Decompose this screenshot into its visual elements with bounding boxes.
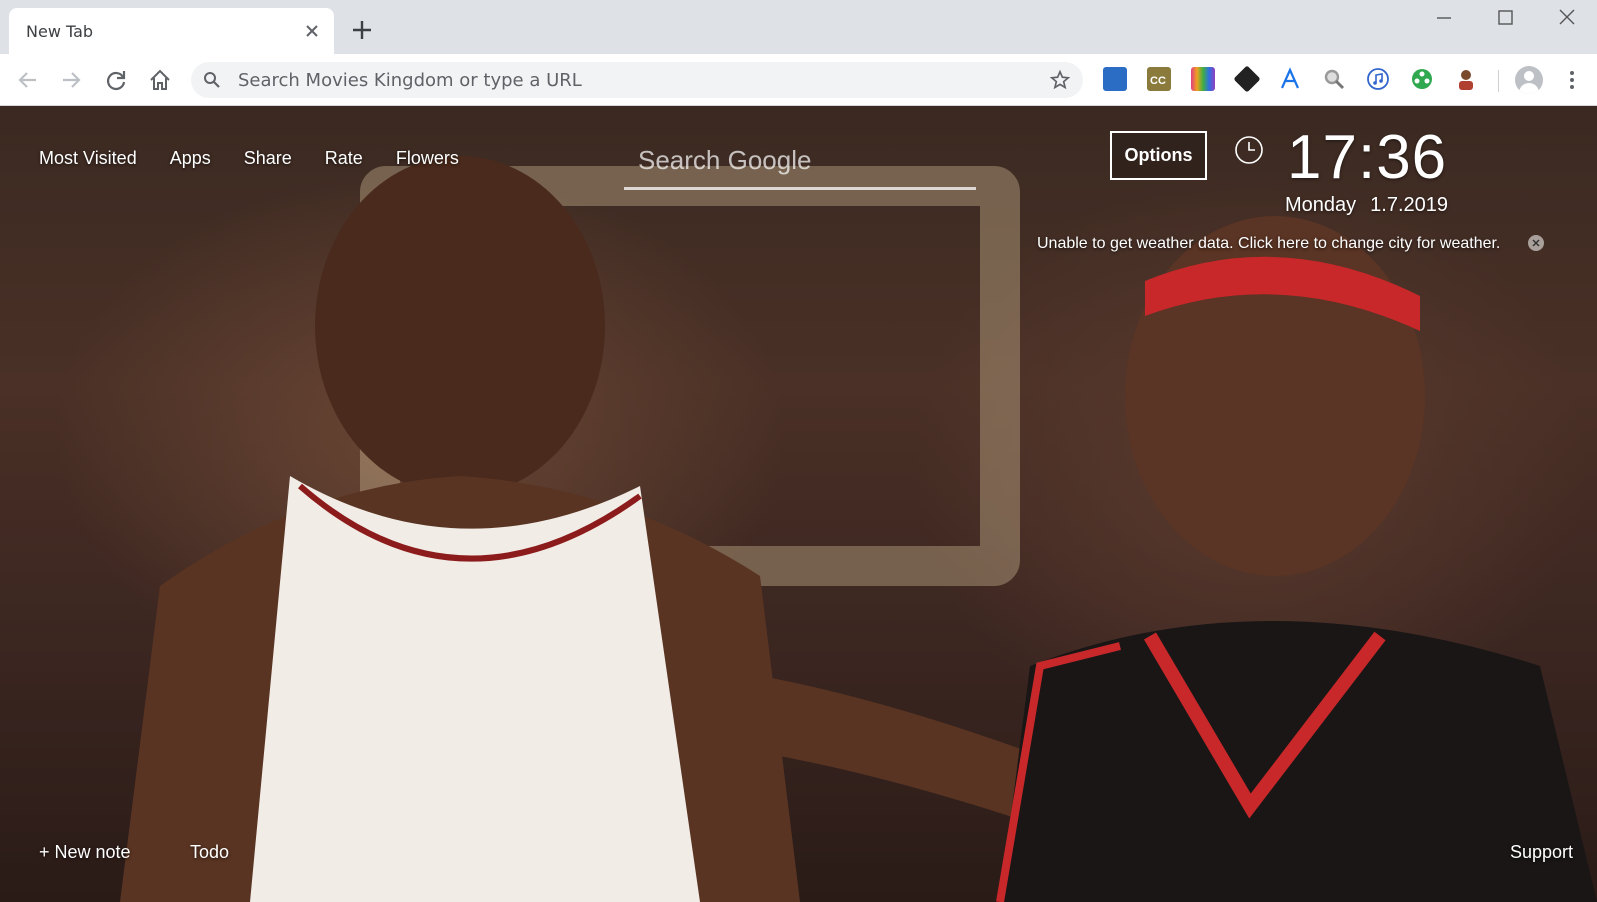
new-tab-page: Most Visited Apps Share Rate Flowers Opt… [0,106,1597,902]
clock-date: Monday 1.7.2019 [1285,194,1462,217]
toolbar-separator [1498,70,1499,92]
more-menu-icon[interactable] [1566,68,1578,92]
magnifier-extension-icon[interactable] [1322,67,1346,91]
weather-message[interactable]: Unable to get weather data. Click here t… [1037,235,1500,253]
back-arrow-icon[interactable] [14,66,42,94]
player-avatar-extension-icon[interactable] [1454,67,1478,91]
minimize-icon[interactable] [1432,8,1456,28]
maximize-icon[interactable] [1493,8,1517,28]
nav-share[interactable]: Share [244,148,292,169]
support-link[interactable]: Support [1510,842,1573,863]
cc-glyph-icon: CC [1150,75,1166,87]
reload-icon[interactable] [102,66,130,94]
browser-toolbar: Search Movies Kingdom or type a URL CC [0,54,1597,106]
black-cube-extension-icon[interactable] [1233,65,1261,93]
tab-title: New Tab [26,22,94,41]
music-note-extension-icon[interactable] [1366,67,1390,91]
background-photo [120,156,1597,902]
new-note-link[interactable]: + New note [39,842,131,863]
tab-new-tab[interactable]: New Tab [9,8,334,54]
window-close-icon[interactable] [1555,8,1579,28]
letter-a-extension-icon[interactable] [1278,67,1302,91]
search-icon [204,72,220,88]
close-icon[interactable] [1527,234,1545,252]
todo-link[interactable]: Todo [190,842,229,863]
rainbow-stripes-extension-icon[interactable] [1191,67,1215,91]
bookmark-star-icon[interactable] [1049,69,1071,91]
clock-date-value: 1.7.2019 [1370,194,1449,216]
cc-extension-icon[interactable]: CC [1147,67,1171,91]
forward-arrow-icon[interactable] [57,66,85,94]
clock-time: 17:36 [1287,123,1448,192]
home-icon[interactable] [146,66,174,94]
nav-rate[interactable]: Rate [325,148,363,169]
clock-icon[interactable] [1233,134,1265,166]
address-bar[interactable]: Search Movies Kingdom or type a URL [191,62,1083,98]
nav-flowers[interactable]: Flowers [396,148,459,169]
profile-avatar-icon[interactable] [1515,66,1543,94]
svg-text:CC: CC [1150,75,1166,87]
google-search-input[interactable] [624,134,976,186]
new-tab-plus-icon[interactable] [350,18,374,42]
blue-tile-extension-icon[interactable] [1103,67,1127,91]
google-search-box [624,134,976,190]
options-button[interactable]: Options [1110,131,1207,180]
nav-apps[interactable]: Apps [170,148,211,169]
nav-most-visited[interactable]: Most Visited [39,148,137,169]
close-icon[interactable] [302,21,322,41]
top-nav-links: Most Visited Apps Share Rate Flowers [39,148,492,169]
tab-strip: New Tab [0,0,1597,54]
clock-weekday: Monday [1285,194,1357,216]
green-film-extension-icon[interactable] [1410,67,1434,91]
address-bar-placeholder: Search Movies Kingdom or type a URL [238,70,582,91]
